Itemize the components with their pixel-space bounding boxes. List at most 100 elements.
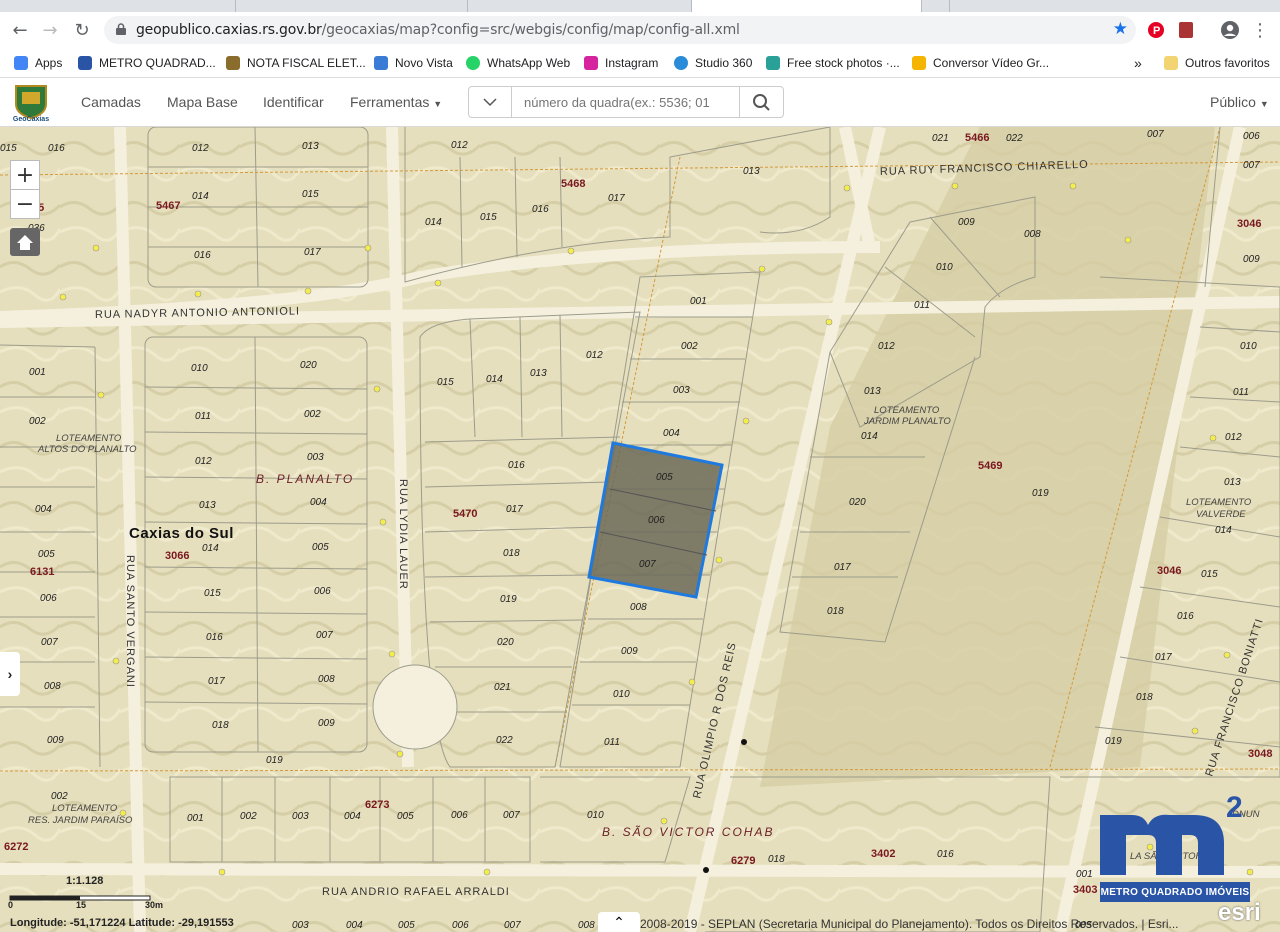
url-text: geopublico.caxias.rs.gov.br/geocaxias/ma…: [136, 22, 740, 38]
lock-icon: [116, 23, 126, 35]
browser-tab[interactable]: [236, 0, 468, 12]
svg-text:019: 019: [1105, 736, 1122, 747]
browser-tab[interactable]: [0, 0, 236, 12]
side-panel-toggle[interactable]: ›: [0, 652, 20, 696]
app-header: GeoCaxias Camadas Mapa Base Identificar …: [0, 78, 1280, 127]
svg-text:012: 012: [878, 341, 895, 352]
svg-text:016: 016: [206, 632, 223, 643]
bookmark-whatsapp[interactable]: WhatsApp Web: [466, 54, 570, 72]
pinterest-icon[interactable]: P: [1142, 16, 1170, 44]
subdivision-label: LOTEAMENTO: [874, 405, 940, 416]
geocaxias-logo[interactable]: GeoCaxias: [8, 82, 54, 124]
svg-text:014: 014: [861, 431, 878, 442]
svg-text:001: 001: [690, 296, 707, 307]
svg-text:017: 017: [304, 247, 321, 258]
svg-text:009: 009: [621, 646, 638, 657]
svg-text:009: 009: [318, 718, 335, 729]
svg-text:013: 013: [530, 368, 547, 379]
pdf-extension-icon[interactable]: [1172, 16, 1200, 44]
svg-text:007: 007: [504, 920, 521, 931]
svg-text:019: 019: [1032, 488, 1049, 499]
bookmark-studio-360[interactable]: Studio 360: [674, 54, 752, 72]
basemap-menu[interactable]: Mapa Base: [167, 94, 238, 110]
svg-text:013: 013: [743, 166, 760, 177]
bookmark-instagram[interactable]: Instagram: [584, 54, 658, 72]
svg-text:006: 006: [648, 515, 665, 526]
svg-text:002: 002: [240, 811, 257, 822]
identify-menu[interactable]: Identificar: [263, 94, 324, 110]
bookmark-free-stock[interactable]: Free stock photos ·...: [766, 54, 900, 72]
bookmark-nota-fiscal[interactable]: NOTA FISCAL ELET...: [226, 54, 366, 72]
block-number: 6131: [30, 566, 54, 578]
bookmark-metro-quadrado[interactable]: METRO QUADRAD...: [78, 54, 216, 72]
svg-text:016: 016: [194, 250, 211, 261]
menu-kebab-icon[interactable]: ⋮: [1246, 16, 1274, 44]
search-type-dropdown[interactable]: [468, 86, 512, 118]
svg-text:022: 022: [496, 735, 513, 746]
svg-text:004: 004: [663, 428, 680, 439]
search-button[interactable]: [739, 86, 784, 118]
forward-icon[interactable]: →: [36, 16, 64, 44]
reload-icon[interactable]: ↻: [68, 16, 96, 44]
tools-menu[interactable]: Ferramentas ▼: [350, 94, 442, 110]
instagram-icon: [584, 56, 598, 70]
whatsapp-icon: [466, 56, 480, 70]
scale-text: 1:1.128: [66, 875, 104, 887]
svg-text:014: 014: [425, 217, 442, 228]
svg-text:013: 013: [199, 500, 216, 511]
svg-text:002: 002: [304, 409, 321, 420]
svg-text:012: 012: [192, 143, 209, 154]
svg-text:018: 018: [503, 548, 520, 559]
svg-text:003: 003: [292, 920, 309, 931]
user-menu[interactable]: Público ▼: [1210, 94, 1269, 110]
profile-icon[interactable]: [1216, 16, 1244, 44]
svg-text:017: 017: [608, 193, 625, 204]
chevron-up-icon: ⌃: [613, 913, 625, 930]
svg-text:017: 017: [208, 676, 225, 687]
bookmarks-overflow-button[interactable]: »: [1134, 54, 1142, 72]
zoom-out-button[interactable]: −: [10, 189, 40, 219]
search-input[interactable]: [511, 86, 740, 118]
home-extent-button[interactable]: [10, 228, 40, 256]
coordinates-readout: Longitude: -51,171224 Latitude: -29,1915…: [10, 917, 234, 929]
bookmark-conversor[interactable]: Conversor Vídeo Gr...: [912, 54, 1049, 72]
other-bookmarks-folder[interactable]: Outros favoritos: [1164, 54, 1270, 72]
address-bar[interactable]: geopublico.caxias.rs.gov.br/geocaxias/ma…: [104, 16, 1136, 44]
svg-text:022: 022: [1006, 133, 1023, 144]
bottom-panel-toggle[interactable]: ⌃: [598, 912, 640, 932]
map-view[interactable]: RUA NADYR ANTONIO ANTONIOLI RUA RUY FRAN…: [0, 127, 1280, 932]
svg-text:013: 013: [302, 141, 319, 152]
svg-text:004: 004: [344, 811, 361, 822]
scale-tick: 30m: [145, 900, 163, 910]
svg-text:001: 001: [187, 813, 204, 824]
browser-tab[interactable]: [468, 0, 692, 12]
svg-text:006: 006: [452, 920, 469, 931]
tab-strip: [0, 0, 1280, 12]
metro-quadrado-wordmark: METRO QUADRADO IMÓVEIS: [1100, 882, 1250, 902]
map-canvas[interactable]: RUA NADYR ANTONIO ANTONIOLI RUA RUY FRAN…: [0, 127, 1280, 932]
svg-text:005: 005: [38, 549, 55, 560]
bookmark-apps[interactable]: Apps: [14, 54, 62, 72]
svg-text:012: 012: [1225, 432, 1242, 443]
svg-text:008: 008: [578, 920, 595, 931]
bookmark-star-icon[interactable]: ★: [1113, 19, 1128, 39]
svg-text:015: 015: [1201, 569, 1218, 580]
svg-text:005: 005: [312, 542, 329, 553]
browser-tab-active[interactable]: [692, 0, 922, 12]
layers-menu[interactable]: Camadas: [81, 94, 141, 110]
block-number: 6279: [731, 855, 755, 867]
street-label: RUA SANTO VERGANI: [124, 555, 136, 688]
block-number: 6272: [4, 841, 28, 853]
folder-icon: [1164, 56, 1178, 70]
new-tab-button[interactable]: [922, 0, 950, 12]
svg-text:004: 004: [346, 920, 363, 931]
bookmark-novo-vista[interactable]: Novo Vista: [374, 54, 453, 72]
svg-text:003: 003: [673, 385, 690, 396]
back-icon[interactable]: ←: [6, 16, 34, 44]
conversor-icon: [912, 56, 926, 70]
scale-tick: 15: [76, 900, 86, 910]
svg-text:006: 006: [451, 810, 468, 821]
svg-text:007: 007: [316, 630, 333, 641]
zoom-in-button[interactable]: +: [10, 160, 40, 190]
svg-text:007: 007: [41, 637, 58, 648]
